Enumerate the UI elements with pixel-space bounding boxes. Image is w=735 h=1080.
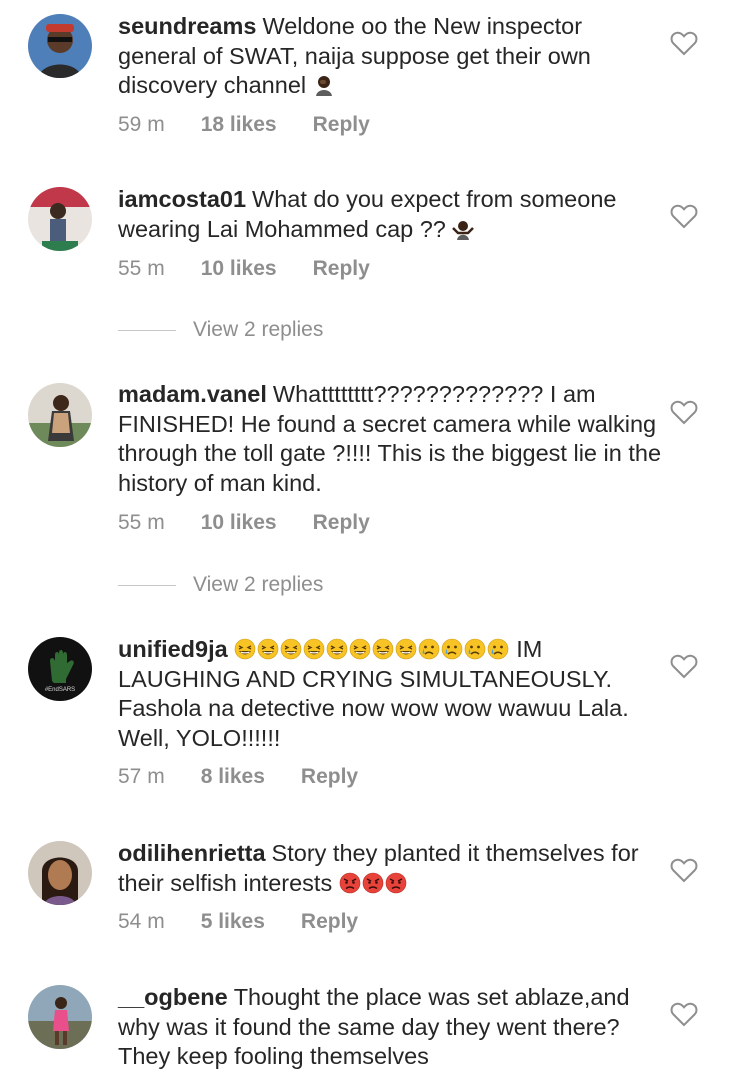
view-replies-button[interactable]: View 2 replies	[118, 573, 323, 597]
man-facepalming-icon	[313, 74, 335, 96]
crying-face-icon	[418, 638, 440, 660]
comment-meta: 57 m 8 likes Reply	[118, 765, 358, 789]
avatar[interactable]: #EndSARS	[28, 637, 92, 701]
divider-line	[118, 584, 176, 586]
avatar[interactable]	[28, 985, 92, 1049]
comment-time: 55 m	[118, 257, 165, 280]
grinning-squinting-face-icon	[395, 638, 417, 660]
comment-time: 57 m	[118, 765, 165, 788]
heart-outline-icon[interactable]	[670, 653, 698, 679]
comment-time: 59 m	[118, 113, 165, 136]
comment-username[interactable]: iamcosta01	[118, 186, 246, 212]
comment-username[interactable]: madam.vanel	[118, 381, 267, 407]
comment-meta: 55 m 10 likes Reply	[118, 257, 370, 281]
comment-time: 54 m	[118, 910, 165, 933]
comment-likes[interactable]: 8 likes	[201, 765, 265, 789]
pouting-face-icon	[362, 872, 384, 894]
reply-button[interactable]: Reply	[313, 257, 370, 281]
comment-meta: 59 m 18 likes Reply	[118, 113, 370, 137]
comment-username[interactable]: __ogbene	[118, 984, 228, 1010]
comment-username[interactable]: seundreams	[118, 13, 256, 39]
crying-face-icon	[441, 638, 463, 660]
comment-time: 55 m	[118, 511, 165, 534]
comment-likes[interactable]: 5 likes	[201, 910, 265, 934]
avatar[interactable]	[28, 383, 92, 447]
man-shrugging-icon	[452, 218, 475, 240]
svg-text:#EndSARS: #EndSARS	[45, 687, 75, 693]
comment-body: iamcosta01 What do you expect from someon…	[118, 185, 663, 244]
comment-body: unified9ja IM LAUGHING AND CRYING SIMULT…	[118, 635, 663, 753]
heart-outline-icon[interactable]	[670, 203, 698, 229]
comment-body: __ogbene Thought the place was set ablaze…	[118, 983, 663, 1072]
emoji-row	[234, 636, 517, 662]
avatar[interactable]	[28, 187, 92, 251]
grinning-squinting-face-icon	[303, 638, 325, 660]
comment-body: madam.vanel Whatttttttt????????????? I am…	[118, 380, 663, 498]
comment-body: odilihenrietta Story they planted it them…	[118, 839, 663, 898]
view-replies-label[interactable]: View 2 replies	[193, 318, 323, 342]
comment-meta: 54 m 5 likes Reply	[118, 910, 358, 934]
emoji-row	[339, 870, 408, 896]
heart-outline-icon[interactable]	[670, 30, 698, 56]
comment-meta: 55 m 10 likes Reply	[118, 511, 370, 535]
heart-outline-icon[interactable]	[670, 399, 698, 425]
crying-face-icon	[464, 638, 486, 660]
pouting-face-icon	[385, 872, 407, 894]
comment-username[interactable]: unified9ja	[118, 636, 228, 662]
heart-outline-icon[interactable]	[670, 1001, 698, 1027]
reply-button[interactable]: Reply	[313, 113, 370, 137]
divider-line	[118, 329, 176, 331]
avatar[interactable]	[28, 841, 92, 905]
comment-likes[interactable]: 10 likes	[201, 511, 277, 535]
grinning-squinting-face-icon	[349, 638, 371, 660]
comment-username[interactable]: odilihenrietta	[118, 840, 266, 866]
comment-body: seundreams Weldone oo the New inspector g…	[118, 12, 663, 101]
grinning-squinting-face-icon	[257, 638, 279, 660]
grinning-squinting-face-icon	[280, 638, 302, 660]
reply-button[interactable]: Reply	[313, 511, 370, 535]
reply-button[interactable]: Reply	[301, 910, 358, 934]
heart-outline-icon[interactable]	[670, 857, 698, 883]
view-replies-button[interactable]: View 2 replies	[118, 318, 323, 342]
grinning-squinting-face-icon	[326, 638, 348, 660]
view-replies-label[interactable]: View 2 replies	[193, 573, 323, 597]
crying-face-icon	[487, 638, 509, 660]
reply-button[interactable]: Reply	[301, 765, 358, 789]
avatar[interactable]	[28, 14, 92, 78]
grinning-squinting-face-icon	[234, 638, 256, 660]
grinning-squinting-face-icon	[372, 638, 394, 660]
pouting-face-icon	[339, 872, 361, 894]
comment-likes[interactable]: 18 likes	[201, 113, 277, 137]
comment-likes[interactable]: 10 likes	[201, 257, 277, 281]
